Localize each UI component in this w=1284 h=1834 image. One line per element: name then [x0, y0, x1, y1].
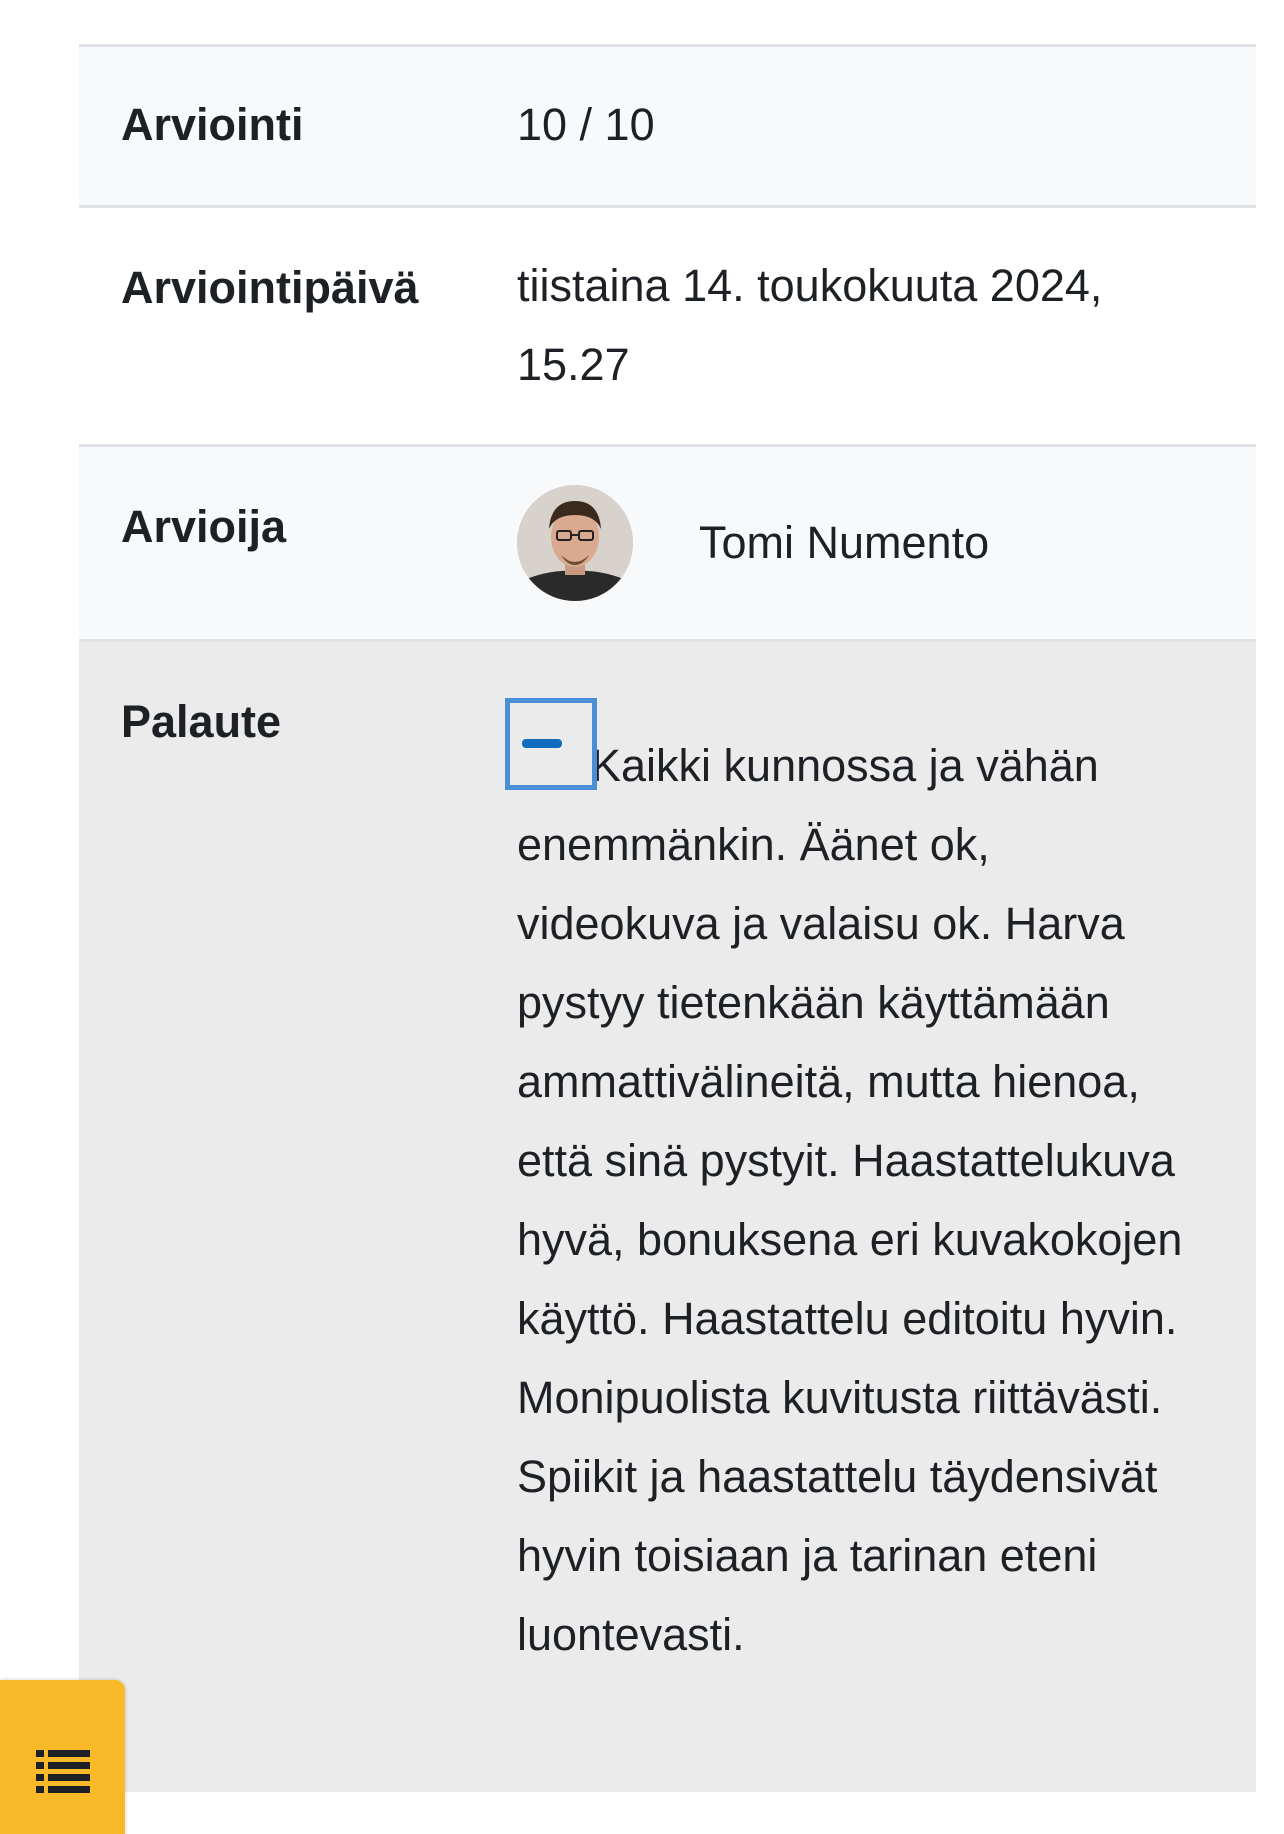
list-icon [36, 1750, 90, 1793]
open-drawer-button[interactable] [0, 1680, 125, 1834]
feedback-row: Palaute Kaikki kunnossa ja vähän enemmän… [79, 642, 1256, 1792]
avatar[interactable] [517, 485, 633, 601]
grader-row: Arvioija Tomi Numento [79, 447, 1256, 642]
graded-on-label: Arviointipäivä [121, 262, 419, 313]
feedback-cell: Kaikki kunnossa ja vähän enemmänkin. Ään… [505, 642, 1256, 1792]
feedback-label: Palaute [121, 696, 282, 747]
grade-row: Arviointi 10 / 10 [79, 47, 1256, 208]
minus-icon [522, 739, 562, 748]
grade-value: 10 / 10 [517, 99, 655, 150]
graded-on-row: Arviointipäivä tiistaina 14. toukokuuta … [79, 208, 1256, 447]
grader-label: Arvioija [121, 501, 287, 552]
grading-table: Arviointi 10 / 10 Arviointipäivä tiistai… [79, 44, 1256, 1792]
grade-label: Arviointi [121, 99, 304, 150]
grader-name[interactable]: Tomi Numento [699, 513, 989, 573]
grader-cell: Tomi Numento [517, 447, 1256, 601]
collapse-feedback-button[interactable] [505, 698, 597, 790]
page: Arviointi 10 / 10 Arviointipäivä tiistai… [0, 0, 1284, 1834]
feedback-text: Kaikki kunnossa ja vähän enemmänkin. Ään… [517, 740, 1183, 1660]
graded-on-value: tiistaina 14. toukokuuta 2024, 15.27 [517, 260, 1103, 390]
